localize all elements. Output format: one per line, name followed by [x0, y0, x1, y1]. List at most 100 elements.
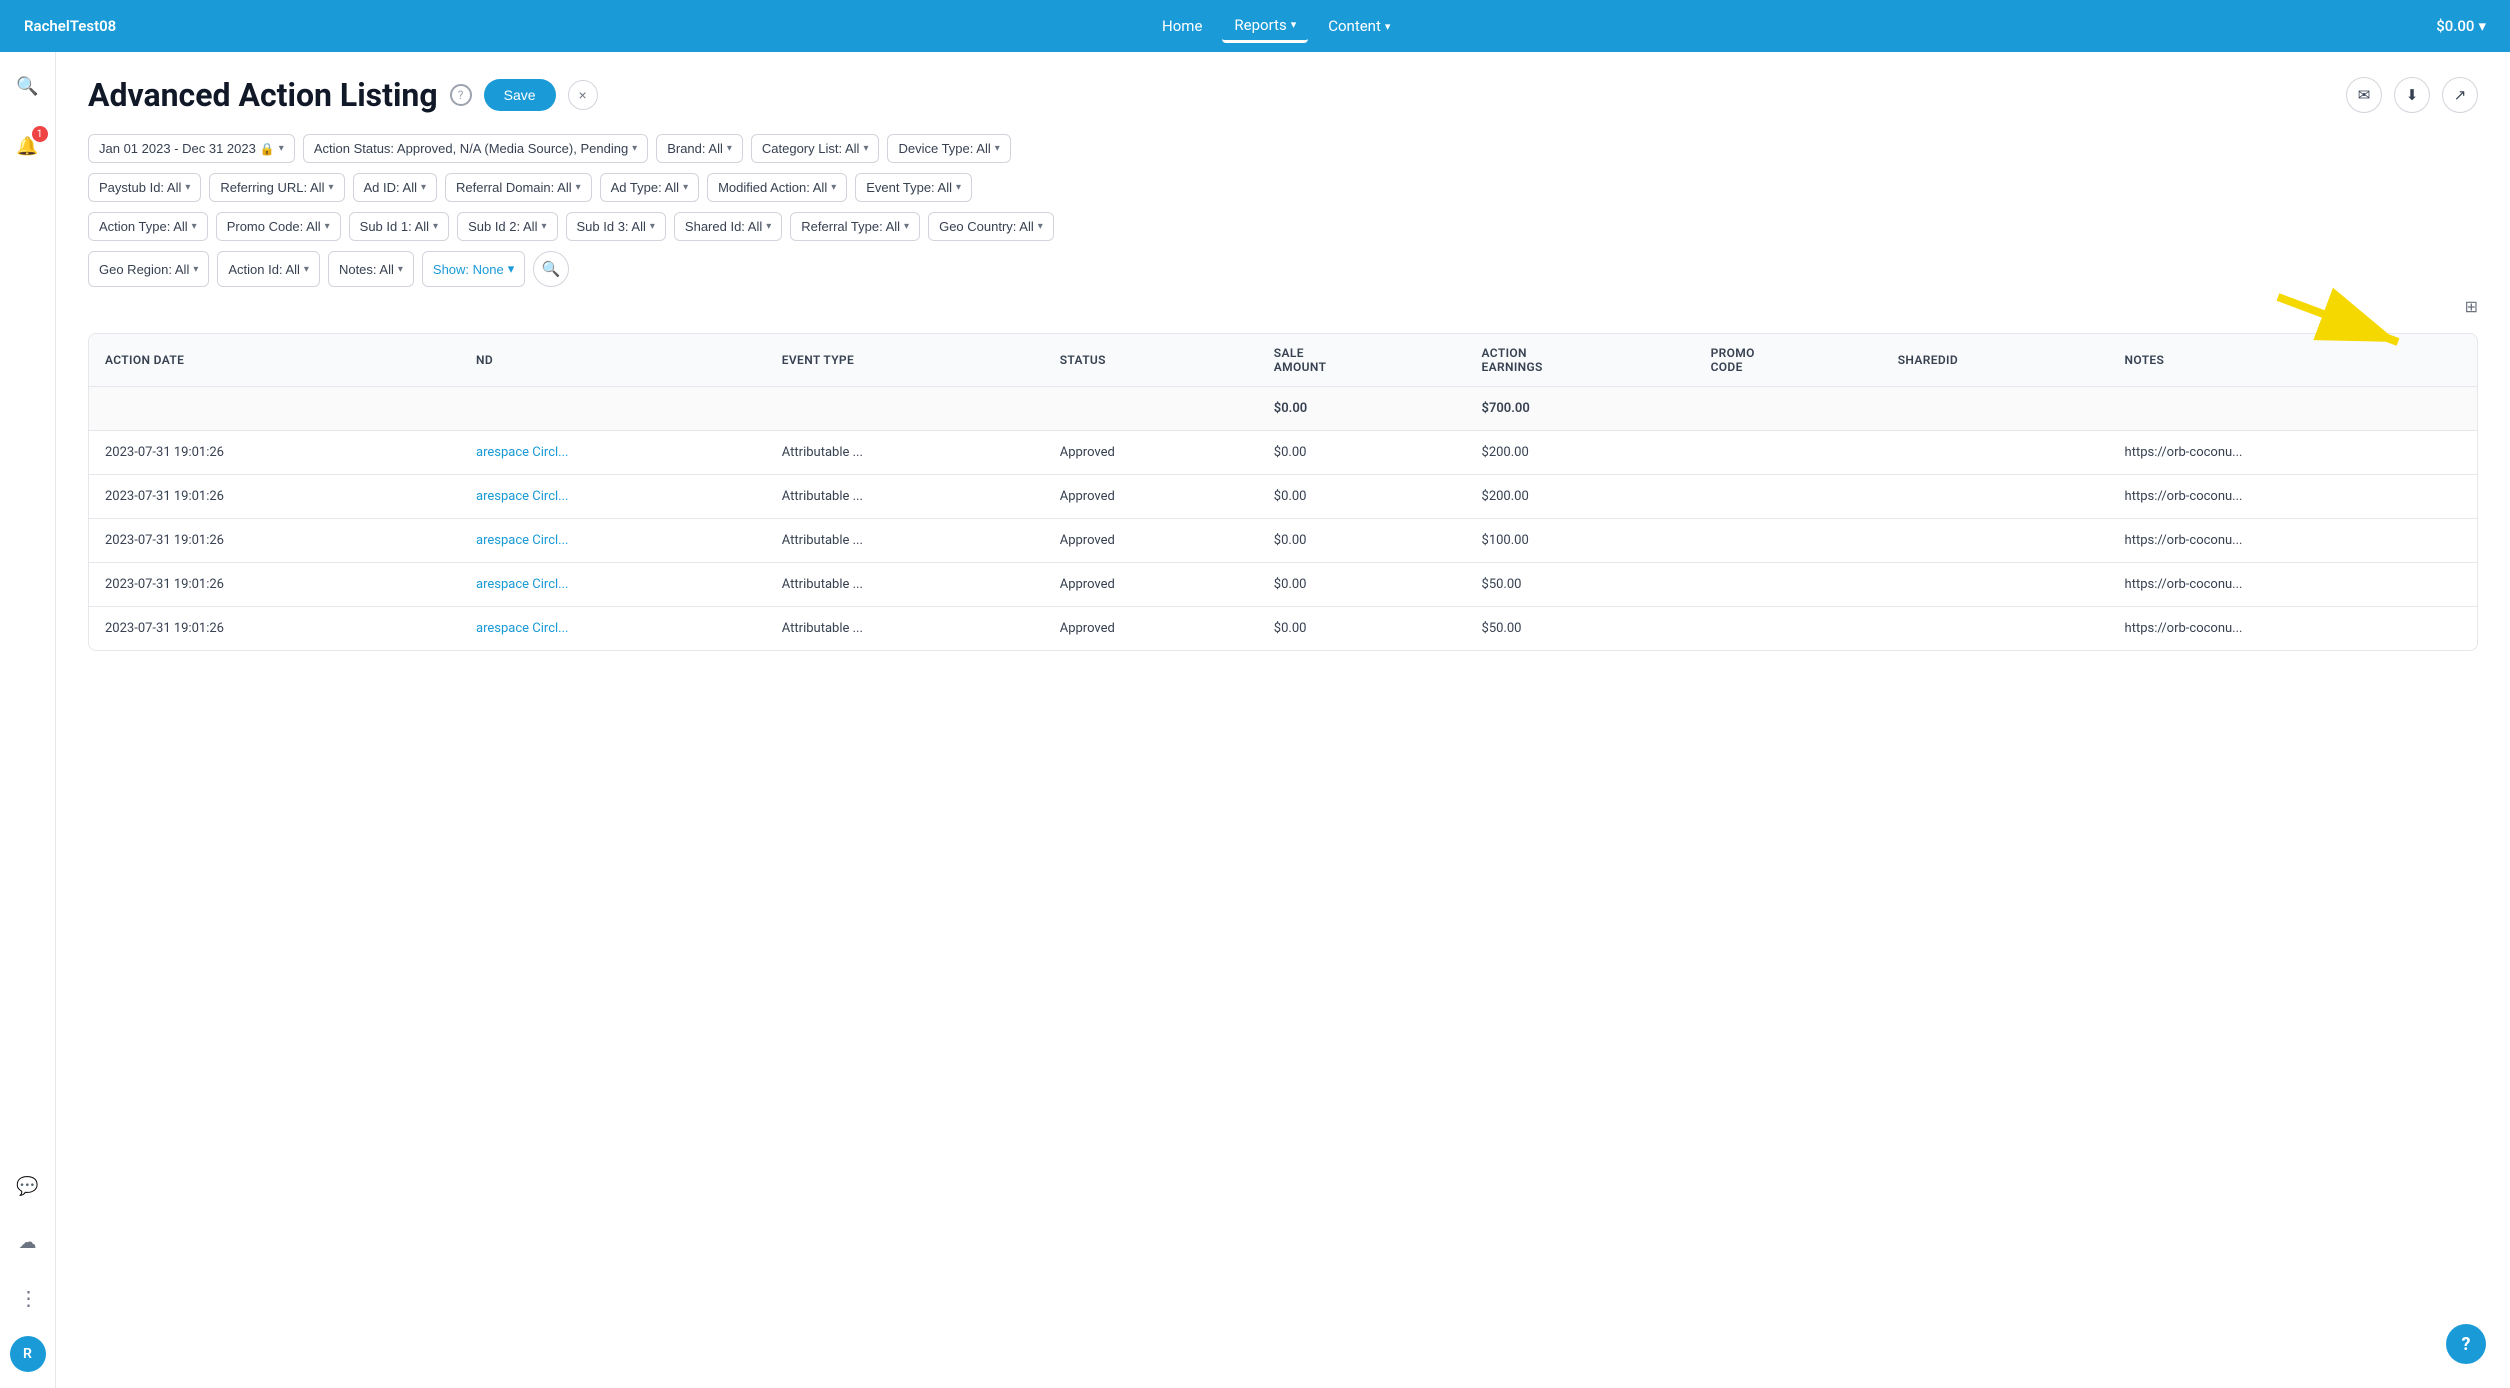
- promo-code-label: Promo Code: All: [227, 219, 321, 234]
- cell-event-type-5: Attributable ...: [766, 607, 1044, 651]
- data-table: ACTION DATE ND EVENT TYPE STATUS SALEAMO…: [89, 334, 2477, 650]
- col-event-type: EVENT TYPE: [766, 334, 1044, 387]
- cell-earnings-4: $50.00: [1466, 563, 1695, 607]
- nav-links: Home Reports ▾ Content ▾: [1150, 10, 1402, 43]
- cell-promo-4: [1695, 563, 1882, 607]
- modified-action-filter[interactable]: Modified Action: All ▾: [707, 173, 847, 202]
- filter-row-3: Action Type: All ▾ Promo Code: All ▾ Sub…: [88, 212, 2478, 241]
- table-row: 2023-07-31 19:01:26 arespace Circl... At…: [89, 519, 2477, 563]
- referral-domain-label: Referral Domain: All: [456, 180, 572, 195]
- cell-sale-2: $0.00: [1258, 475, 1466, 519]
- device-type-chevron: ▾: [995, 143, 1000, 154]
- action-type-filter[interactable]: Action Type: All ▾: [88, 212, 208, 241]
- notification-badge: 1: [32, 126, 48, 142]
- shared-id-label: Shared Id: All: [685, 219, 762, 234]
- cell-status-1: Approved: [1044, 431, 1258, 475]
- cell-brand-1[interactable]: arespace Circl...: [460, 431, 766, 475]
- totals-promo: [1695, 387, 1882, 431]
- nav-balance[interactable]: $0.00 ▾: [2436, 17, 2486, 35]
- arrow-container: ⊞ ACTION DATE ND EVENT TYPE STATUS SALEA…: [88, 297, 2478, 651]
- sidebar-avatar[interactable]: R: [10, 1336, 46, 1372]
- date-range-filter[interactable]: Jan 01 2023 - Dec 31 2023 🔒 ▾: [88, 134, 295, 163]
- notes-filter[interactable]: Notes: All ▾: [328, 251, 414, 287]
- cell-notes-3: https://orb-coconu...: [2109, 519, 2477, 563]
- cell-status-3: Approved: [1044, 519, 1258, 563]
- date-range-label: Jan 01 2023 - Dec 31 2023: [99, 141, 256, 156]
- close-button[interactable]: ×: [568, 80, 598, 110]
- download-action-button[interactable]: ⬇: [2394, 77, 2430, 113]
- action-id-filter[interactable]: Action Id: All ▾: [217, 251, 320, 287]
- category-chevron: ▾: [863, 143, 868, 154]
- reports-chevron: ▾: [1291, 18, 1297, 31]
- nav-content[interactable]: Content ▾: [1316, 11, 1402, 41]
- action-status-filter[interactable]: Action Status: Approved, N/A (Media Sour…: [303, 134, 648, 163]
- promo-code-filter[interactable]: Promo Code: All ▾: [216, 212, 341, 241]
- filter-row-2: Paystub Id: All ▾ Referring URL: All ▾ A…: [88, 173, 2478, 202]
- totals-sale-amount: $0.00: [1258, 387, 1466, 431]
- sidebar-bottom: 💬 ☁ ⋮ R: [10, 1168, 46, 1372]
- sidebar-notification[interactable]: 🔔 1: [10, 128, 46, 164]
- show-filter[interactable]: Show: None ▾: [422, 251, 525, 287]
- cell-sale-5: $0.00: [1258, 607, 1466, 651]
- sub-id3-label: Sub Id 3: All: [577, 219, 646, 234]
- category-filter[interactable]: Category List: All ▾: [751, 134, 880, 163]
- cell-event-type-3: Attributable ...: [766, 519, 1044, 563]
- referral-domain-filter[interactable]: Referral Domain: All ▾: [445, 173, 592, 202]
- main-content: Advanced Action Listing ? Save × ✉ ⬇ ↗ J…: [56, 52, 2510, 1388]
- table-row: 2023-07-31 19:01:26 arespace Circl... At…: [89, 563, 2477, 607]
- cell-notes-4: https://orb-coconu...: [2109, 563, 2477, 607]
- event-type-filter[interactable]: Event Type: All ▾: [855, 173, 972, 202]
- columns-toggle-button[interactable]: ⊞: [2465, 297, 2478, 317]
- page-title: Advanced Action Listing: [88, 76, 438, 114]
- table-body: $0.00 $700.00 2023-07-31 19:01:26 arespa…: [89, 387, 2477, 651]
- cell-event-type-2: Attributable ...: [766, 475, 1044, 519]
- col-nd: ND: [460, 334, 766, 387]
- cell-sale-3: $0.00: [1258, 519, 1466, 563]
- sidebar-more[interactable]: ⋮: [10, 1280, 46, 1316]
- shared-id-filter[interactable]: Shared Id: All ▾: [674, 212, 782, 241]
- referring-url-filter[interactable]: Referring URL: All ▾: [209, 173, 344, 202]
- ad-id-filter[interactable]: Ad ID: All ▾: [353, 173, 438, 202]
- sidebar-cloud[interactable]: ☁: [10, 1224, 46, 1260]
- share-action-button[interactable]: ↗: [2442, 77, 2478, 113]
- data-table-container: ACTION DATE ND EVENT TYPE STATUS SALEAMO…: [88, 333, 2478, 651]
- sub-id1-filter[interactable]: Sub Id 1: All ▾: [349, 212, 449, 241]
- brand-filter[interactable]: Brand: All ▾: [656, 134, 743, 163]
- sidebar-search[interactable]: 🔍: [10, 68, 46, 104]
- lock-icon: 🔒: [260, 142, 275, 156]
- filter-row-4: Geo Region: All ▾ Action Id: All ▾ Notes…: [88, 251, 2478, 287]
- cell-brand-5[interactable]: arespace Circl...: [460, 607, 766, 651]
- ad-type-filter[interactable]: Ad Type: All ▾: [600, 173, 699, 202]
- sub-id3-filter[interactable]: Sub Id 3: All ▾: [566, 212, 666, 241]
- geo-country-filter[interactable]: Geo Country: All ▾: [928, 212, 1054, 241]
- nav-reports[interactable]: Reports ▾: [1222, 10, 1308, 43]
- totals-status: [1044, 387, 1258, 431]
- cell-brand-4[interactable]: arespace Circl...: [460, 563, 766, 607]
- search-button[interactable]: 🔍: [533, 251, 569, 287]
- modified-action-label: Modified Action: All: [718, 180, 827, 195]
- action-status-label: Action Status: Approved, N/A (Media Sour…: [314, 141, 628, 156]
- cell-sale-4: $0.00: [1258, 563, 1466, 607]
- email-action-button[interactable]: ✉: [2346, 77, 2382, 113]
- col-sale-amount: SALEAMOUNT: [1258, 334, 1466, 387]
- cell-brand-3[interactable]: arespace Circl...: [460, 519, 766, 563]
- brand-chevron: ▾: [727, 143, 732, 154]
- referral-type-filter[interactable]: Referral Type: All ▾: [790, 212, 920, 241]
- sidebar-chat[interactable]: 💬: [10, 1168, 46, 1204]
- cell-promo-5: [1695, 607, 1882, 651]
- save-button[interactable]: Save: [484, 79, 556, 111]
- help-fab[interactable]: ?: [2446, 1324, 2486, 1364]
- cell-brand-2[interactable]: arespace Circl...: [460, 475, 766, 519]
- page-header: Advanced Action Listing ? Save × ✉ ⬇ ↗: [88, 76, 2478, 114]
- cell-sale-1: $0.00: [1258, 431, 1466, 475]
- device-type-filter[interactable]: Device Type: All ▾: [887, 134, 1010, 163]
- cell-event-type-1: Attributable ...: [766, 431, 1044, 475]
- geo-region-label: Geo Region: All: [99, 262, 189, 277]
- paystub-filter[interactable]: Paystub Id: All ▾: [88, 173, 201, 202]
- geo-region-filter[interactable]: Geo Region: All ▾: [88, 251, 209, 287]
- ad-type-label: Ad Type: All: [611, 180, 679, 195]
- help-icon[interactable]: ?: [450, 84, 472, 106]
- nav-home[interactable]: Home: [1150, 11, 1214, 41]
- sub-id2-filter[interactable]: Sub Id 2: All ▾: [457, 212, 557, 241]
- totals-action-earnings: $700.00: [1466, 387, 1695, 431]
